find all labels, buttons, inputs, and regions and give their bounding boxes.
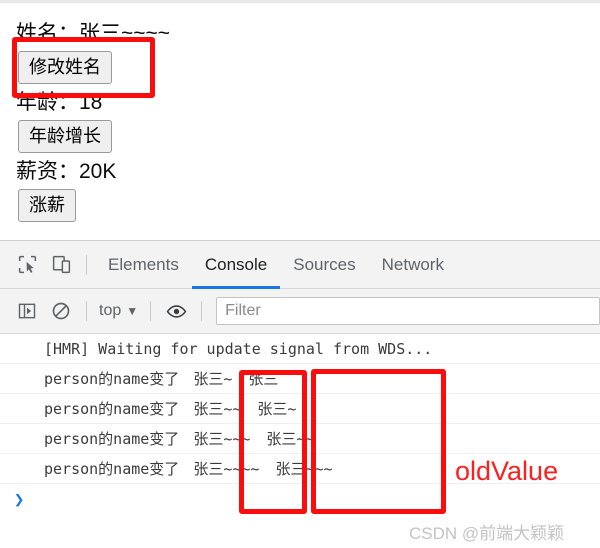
- tab-network[interactable]: Network: [369, 241, 457, 289]
- filterbar-divider-1: [86, 301, 87, 321]
- person-age-text: 年龄：18: [16, 91, 103, 114]
- console-old-value: 张三~~~: [275, 460, 333, 478]
- csdn-watermark: CSDN @前端大颖颖: [409, 524, 565, 543]
- console-new-value: 张三~~: [193, 400, 242, 418]
- console-context-dropdown[interactable]: top ▼: [95, 302, 142, 320]
- raise-salary-button[interactable]: 涨薪: [18, 189, 76, 222]
- console-message-text: person的name变了: [44, 460, 180, 478]
- console-context-label: top: [99, 302, 122, 319]
- tab-elements[interactable]: Elements: [95, 241, 192, 289]
- person-name-text: 姓名：张三~~~~: [16, 22, 171, 45]
- console-output: [HMR] Waiting for update signal from WDS…: [0, 334, 600, 516]
- console-sidebar-icon[interactable]: [10, 294, 44, 328]
- console-old-value: 张三: [248, 370, 279, 388]
- console-old-value: 张三~: [257, 400, 297, 418]
- devtools-tabbar: Elements Console Sources Network: [0, 241, 600, 289]
- console-filter-toolbar: top ▼ Filter: [0, 289, 600, 334]
- clear-console-icon[interactable]: [44, 294, 78, 328]
- chevron-down-icon: ▼: [126, 304, 139, 318]
- change-name-button[interactable]: 修改姓名: [18, 51, 112, 84]
- person-salary-text: 薪资：20K: [16, 160, 117, 183]
- console-input-prompt[interactable]: ❯: [0, 484, 600, 516]
- inspect-cursor-icon[interactable]: [10, 248, 44, 282]
- console-row[interactable]: person的name变了 张三~ 张三: [0, 364, 600, 394]
- increase-age-button[interactable]: 年龄增长: [18, 120, 112, 153]
- filterbar-divider-3: [201, 301, 203, 321]
- console-message-text: person的name变了: [44, 430, 180, 448]
- live-expression-eye-icon[interactable]: [159, 294, 193, 328]
- device-toolbar-icon[interactable]: [44, 248, 78, 282]
- devtools-panel: Elements Console Sources Network top ▼ F…: [0, 240, 600, 548]
- console-message-text: person的name变了: [44, 400, 180, 418]
- toolbar-divider: [86, 254, 87, 275]
- console-new-value: 张三~: [193, 370, 233, 388]
- console-new-value: 张三~~~: [193, 430, 251, 448]
- console-row[interactable]: [HMR] Waiting for update signal from WDS…: [0, 334, 600, 364]
- filterbar-divider-2: [150, 301, 152, 321]
- prompt-chevron-icon: ❯: [14, 490, 25, 510]
- console-row[interactable]: person的name变了 张三~~~ 张三~~: [0, 424, 600, 454]
- console-row[interactable]: person的name变了 张三~~ 张三~: [0, 394, 600, 424]
- rendered-app-preview: 姓名：张三~~~~ 修改姓名 年龄：18 年龄增长 薪资：20K 涨薪: [0, 0, 600, 240]
- console-message-text: [HMR] Waiting for update signal from WDS…: [44, 339, 433, 358]
- console-old-value: 张三~~: [266, 430, 315, 448]
- console-message-text: person的name变了: [44, 370, 180, 388]
- annotation-label-oldvalue: oldValue: [455, 456, 559, 486]
- console-new-value: 张三~~~~: [193, 460, 260, 478]
- tab-sources[interactable]: Sources: [280, 241, 368, 289]
- console-filter-input[interactable]: Filter: [216, 297, 600, 325]
- tab-console[interactable]: Console: [191, 241, 281, 289]
